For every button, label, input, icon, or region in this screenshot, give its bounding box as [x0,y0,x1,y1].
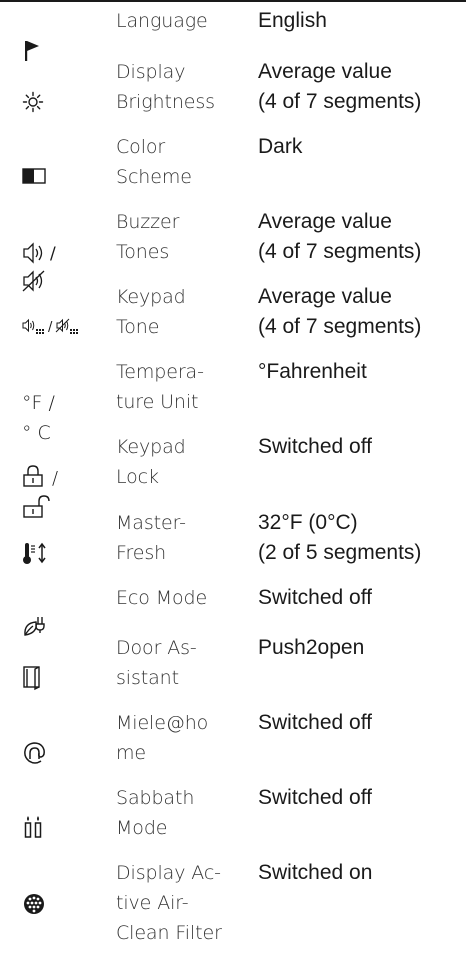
table-row-door-assistant: Door As- sistant Push2open [0,633,466,697]
table-row-buzzer-tones: / Buzzer Tones Average value (4 of 7 seg… [0,207,466,292]
color-scheme-icon [22,138,88,214]
svg-text:/: / [48,320,53,335]
table-row-color-scheme: Color Scheme Dark [0,132,466,196]
table-row-keypad-tone: / Keypad Tone Average value (4 of 7 segm… [0,282,466,346]
setting-value: °Fahrenheit [258,360,367,383]
svg-text:/: / [52,468,58,489]
table-row-keypad-lock: / Keypad Lock Switched off [0,432,466,518]
setting-value: Switched off [258,786,373,809]
table-row-temperature-unit: °F / ° C Tempera- ture Unit °Fahrenheit [0,357,466,444]
setting-value: Push2open [258,636,365,659]
setting-label: Language [116,10,208,32]
table-row-language: Language English [0,6,466,61]
setting-label: Display Brightness [116,61,215,113]
settings-table: Language English Display Brightness Aver… [0,0,466,971]
setting-label: Miele@ho me [116,712,209,764]
table-row-display-brightness: Display Brightness Average value (4 of 7… [0,57,466,121]
setting-value: Switched off [258,586,373,609]
air-clean-filter-icon [22,862,88,946]
setting-value: Average value (4 of 7 segments) [258,60,422,113]
setting-label: Sabbath Mode [116,787,195,839]
table-row-eco-mode: Eco Mode Switched off [0,583,466,636]
setting-value: Average value (4 of 7 segments) [258,210,422,263]
table-row-miele-home: Miele@ho me Switched off [0,708,466,772]
setting-label: Eco Mode [116,587,208,609]
setting-label: Buzzer Tones [116,211,180,263]
setting-label: Display Ac- tive Air- Clean Filter [116,862,222,944]
table-row-sabbath-mode: Sabbath Mode Switched off [0,783,466,847]
table-row-masterfresh: Master- Fresh 32°F (0°C) (2 of 5 segment… [0,508,466,572]
setting-label: Keypad Lock [116,436,186,488]
setting-label: Door As- sistant [116,637,197,689]
table-top-rule [0,0,466,2]
setting-value: English [258,9,327,32]
setting-value: Dark [258,135,303,158]
setting-value: Switched on [258,861,373,884]
brightness-icon [22,61,88,143]
setting-label: Color Scheme [116,136,192,188]
setting-label: Master- Fresh [116,512,186,564]
setting-value: Average value (4 of 7 segments) [258,285,422,338]
svg-text:°F /: °F / [22,392,55,414]
setting-label: Keypad Tone [116,286,186,338]
svg-text:/: / [50,244,56,264]
setting-value: Switched off [258,711,373,734]
setting-value: 32°F (0°C) (2 of 5 segments) [258,511,422,564]
setting-label: Tempera- ture Unit [116,361,204,413]
table-row-air-clean-filter: Display Ac- tive Air- Clean Filter Switc… [0,858,466,958]
keypad-tone-icon: / [22,288,88,368]
setting-value: Switched off [258,435,373,458]
